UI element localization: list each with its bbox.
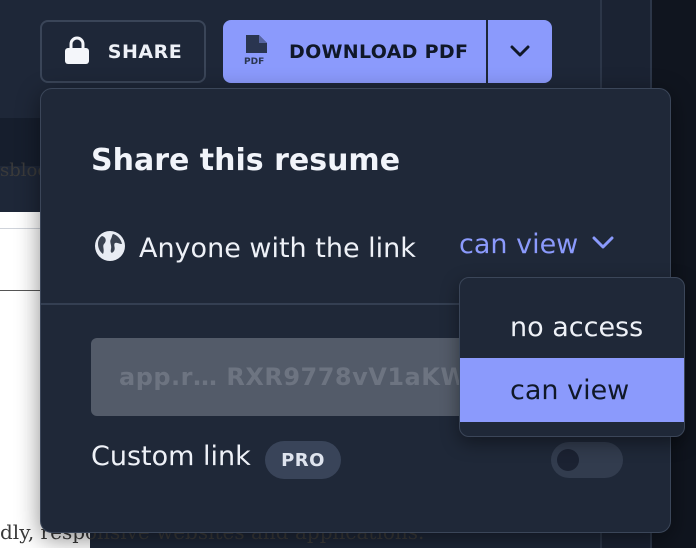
- pro-badge: PRO: [265, 441, 341, 479]
- share-popover-title: Share this resume: [91, 143, 401, 178]
- menu-item-can-view[interactable]: can view: [460, 358, 684, 422]
- chevron-down-icon: [510, 42, 530, 61]
- toggle-knob: [557, 449, 579, 471]
- permission-select[interactable]: can view: [459, 229, 614, 260]
- share-button-label: SHARE: [107, 40, 183, 63]
- menu-item-no-access[interactable]: no access: [460, 295, 684, 359]
- share-button[interactable]: SHARE: [40, 20, 206, 83]
- custom-link-toggle[interactable]: [551, 442, 623, 478]
- download-pdf-button[interactable]: PDF DOWNLOAD PDF: [223, 20, 486, 83]
- download-pdf-split-button: PDF DOWNLOAD PDF: [223, 20, 552, 83]
- download-pdf-label: DOWNLOAD PDF: [289, 40, 469, 63]
- custom-link-label: Custom link: [91, 441, 251, 472]
- pdf-file-icon: PDF: [243, 34, 271, 70]
- download-options-toggle[interactable]: [488, 20, 552, 83]
- permission-menu: no access can view: [459, 277, 685, 437]
- share-link-value: app.r… RXR9778vV1aKW: [119, 363, 468, 391]
- link-access-row: Anyone with the link: [93, 229, 416, 267]
- pro-badge-label: PRO: [281, 449, 325, 471]
- globe-icon: [93, 229, 127, 267]
- permission-select-value: can view: [459, 229, 579, 260]
- share-link-field[interactable]: app.r… RXR9778vV1aKW: [91, 338, 511, 416]
- lock-icon: [64, 35, 90, 69]
- chevron-down-icon: [592, 235, 614, 254]
- pdf-icon-text: PDF: [244, 57, 264, 66]
- link-access-scope: Anyone with the link: [139, 232, 416, 264]
